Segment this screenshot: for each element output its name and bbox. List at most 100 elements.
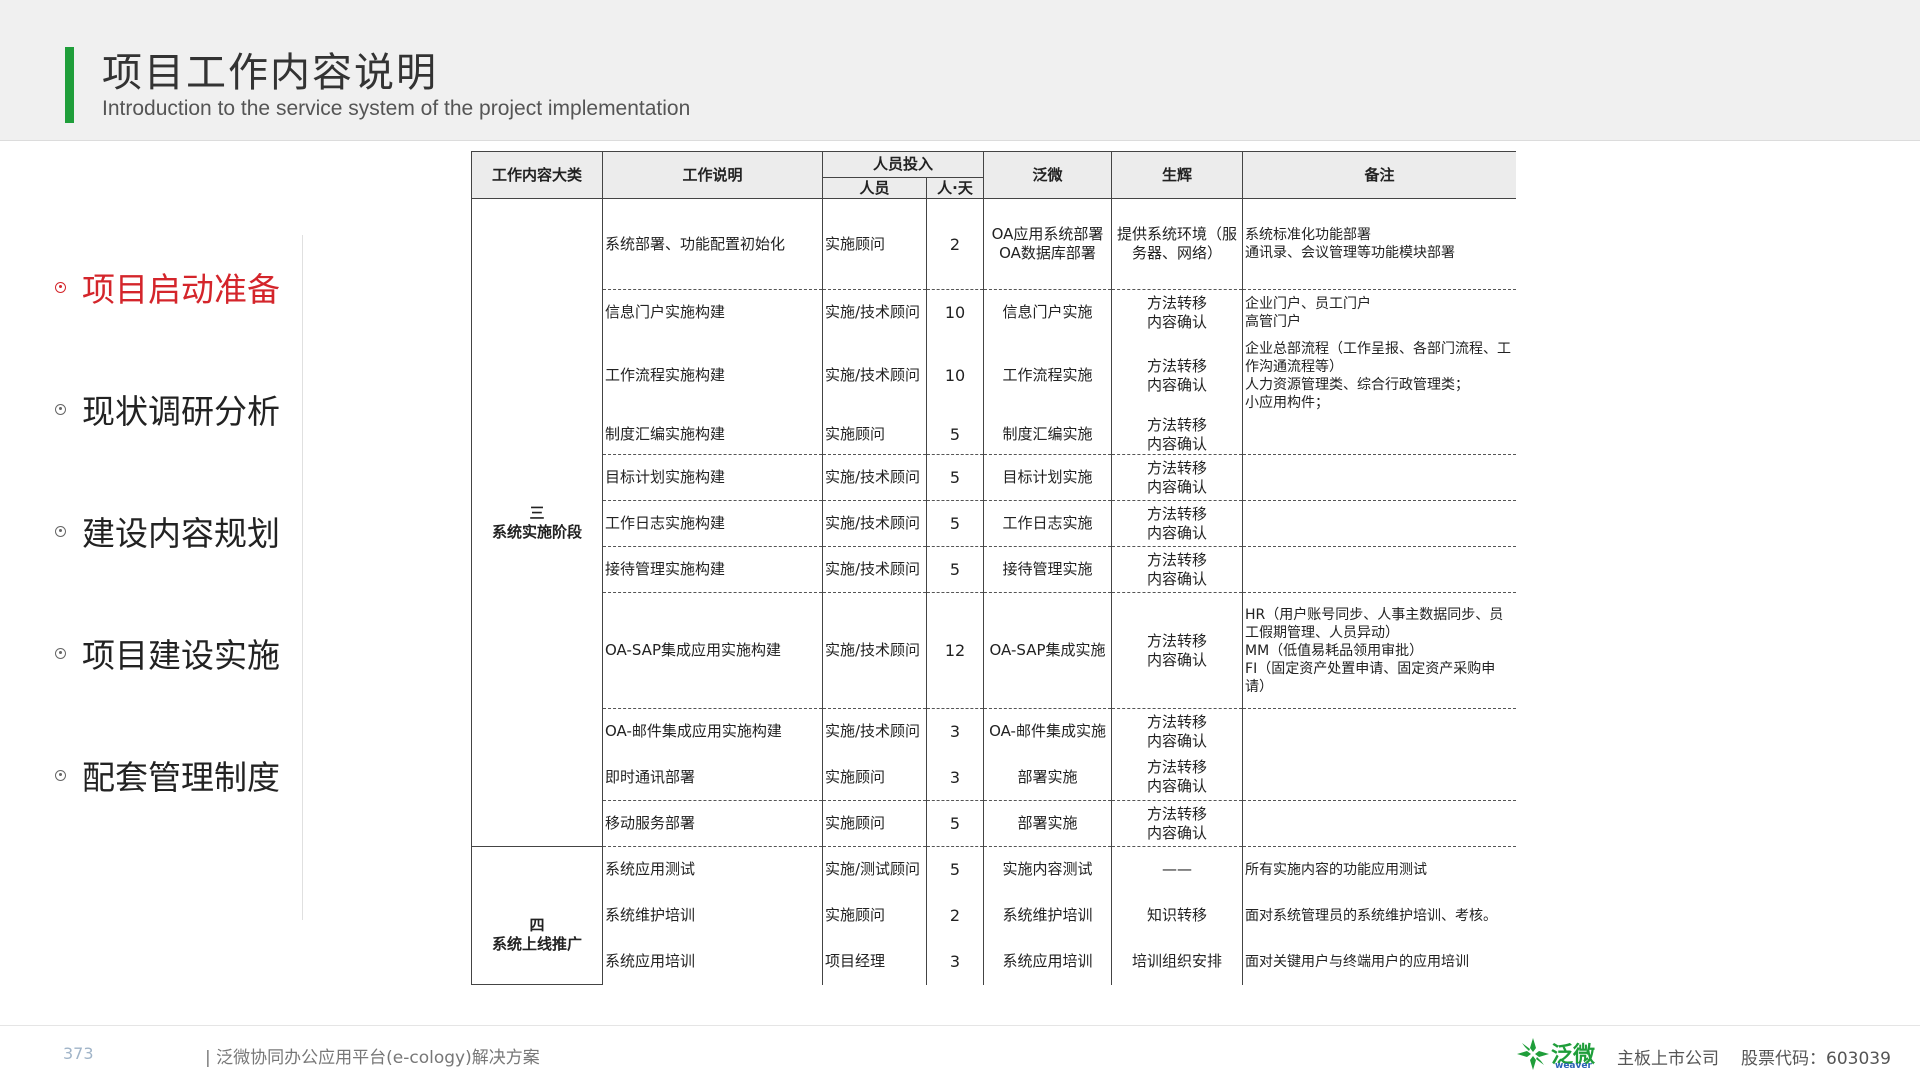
work-description-cell: 系统应用测试 bbox=[602, 846, 823, 893]
bullet-icon bbox=[55, 525, 66, 537]
remark-cell: 面对关键用户与终端用户的应用培训 bbox=[1242, 938, 1516, 985]
weaver-task-cell: 制度汇编实施 bbox=[983, 415, 1113, 455]
personnel-cell: 实施顾问 bbox=[822, 892, 927, 939]
category-cell-stage4: 四 系统上线推广 bbox=[471, 846, 603, 985]
personnel-cell: 实施顾问 bbox=[822, 415, 927, 455]
personnel-cell: 实施顾问 bbox=[822, 754, 927, 801]
personnel-cell: 实施/技术顾问 bbox=[822, 546, 927, 593]
person-days-cell: 5 bbox=[925, 546, 985, 593]
nav-item-project-startup[interactable]: 项目启动准备 bbox=[55, 262, 280, 312]
table-row: 系统维护培训 实施顾问 2 系统维护培训 知识转移 面对系统管理员的系统维护培训、考核。 bbox=[472, 892, 1516, 939]
shenghui-task-cell: 方法转移 内容确认 bbox=[1111, 454, 1244, 501]
brand-english: weaver bbox=[1555, 1061, 1592, 1071]
work-description-cell: OA-SAP集成应用实施构建 bbox=[602, 592, 823, 709]
shenghui-task-cell: 方法转移 内容确认 bbox=[1111, 289, 1244, 336]
work-description-cell: 即时通讯部署 bbox=[602, 754, 823, 801]
remark-cell bbox=[1242, 754, 1516, 801]
category-cell-stage3: 三 系统实施阶段 bbox=[471, 198, 603, 847]
remark-cell bbox=[1242, 546, 1516, 593]
person-days-cell: 3 bbox=[925, 708, 985, 755]
work-description-cell: 信息门户实施构建 bbox=[602, 289, 823, 336]
stock-code: 股票代码：603039 bbox=[1741, 1049, 1891, 1069]
person-days-cell: 2 bbox=[925, 198, 985, 290]
person-days-cell: 3 bbox=[925, 938, 985, 985]
page-title: 项目工作内容说明 bbox=[102, 50, 438, 96]
personnel-cell: 实施/技术顾问 bbox=[822, 454, 927, 501]
person-days-cell: 5 bbox=[925, 800, 985, 847]
work-description-cell: 工作日志实施构建 bbox=[602, 500, 823, 547]
work-description-cell: 制度汇编实施构建 bbox=[602, 415, 823, 455]
personnel-cell: 项目经理 bbox=[822, 938, 927, 985]
weaver-logo-icon bbox=[1517, 1038, 1549, 1070]
person-days-cell: 5 bbox=[925, 846, 985, 893]
work-content-table-wrap: 工作内容大类 工作说明 人员投入 泛微 生辉 备注 人员 人·天 三 系统实施阶… bbox=[471, 151, 1516, 1025]
table-row: 即时通讯部署 实施顾问 3 部署实施 方法转移 内容确认 bbox=[472, 754, 1516, 801]
personnel-cell: 实施/技术顾问 bbox=[822, 708, 927, 755]
person-days-cell: 5 bbox=[925, 500, 985, 547]
weaver-task-cell: 目标计划实施 bbox=[983, 454, 1113, 501]
page-number: 373 bbox=[63, 1044, 94, 1063]
remark-cell bbox=[1242, 708, 1516, 755]
bullet-icon bbox=[55, 647, 66, 659]
nav-item-label: 建设内容规划 bbox=[82, 514, 280, 553]
remark-cell: 所有实施内容的功能应用测试 bbox=[1242, 846, 1516, 893]
shenghui-task-cell: 方法转移 内容确认 bbox=[1111, 800, 1244, 847]
nav-item-label: 配套管理制度 bbox=[82, 758, 280, 797]
remark-cell bbox=[1242, 800, 1516, 847]
remark-cell bbox=[1242, 415, 1516, 455]
person-days-cell: 2 bbox=[925, 892, 985, 939]
header-weaver: 泛微 bbox=[983, 151, 1113, 199]
remark-cell: 企业门户、员工门户 高管门户 bbox=[1242, 289, 1516, 336]
remark-cell: 企业总部流程（工作呈报、各部门流程、工作沟通流程等） 人力资源管理类、综合行政管… bbox=[1242, 335, 1516, 416]
shenghui-task-cell: —— bbox=[1111, 846, 1244, 893]
work-description-cell: 系统应用培训 bbox=[602, 938, 823, 985]
personnel-cell: 实施/技术顾问 bbox=[822, 592, 927, 709]
section-nav: 项目启动准备 现状调研分析 建设内容规划 项目建设实施 配套管理制度 bbox=[0, 235, 300, 920]
bullet-icon bbox=[55, 769, 66, 781]
shenghui-task-cell: 方法转移 内容确认 bbox=[1111, 335, 1244, 416]
work-content-table: 工作内容大类 工作说明 人员投入 泛微 生辉 备注 人员 人·天 三 系统实施阶… bbox=[471, 151, 1516, 985]
nav-divider bbox=[302, 235, 303, 920]
table-row: 四 系统上线推广 系统应用测试 实施/测试顾问 5 实施内容测试 —— 所有实施内容的功能应… bbox=[471, 846, 1516, 985]
table-row: OA-SAP集成应用实施构建 实施/技术顾问 12 OA-SAP集成实施 方法转移 内容… bbox=[472, 592, 1516, 709]
nav-item-label: 现状调研分析 bbox=[82, 392, 280, 431]
person-days-cell: 10 bbox=[925, 335, 985, 416]
shenghui-task-cell: 方法转移 内容确认 bbox=[1111, 546, 1244, 593]
person-days-cell: 12 bbox=[925, 592, 985, 709]
shenghui-task-cell: 方法转移 内容确认 bbox=[1111, 500, 1244, 547]
work-description-cell: 目标计划实施构建 bbox=[602, 454, 823, 501]
table-row: 移动服务部署 实施顾问 5 部署实施 方法转移 内容确认 bbox=[472, 800, 1516, 847]
table-row: 工作日志实施构建 实施/技术顾问 5 工作日志实施 方法转移 内容确认 bbox=[472, 500, 1516, 547]
weaver-task-cell: 实施内容测试 bbox=[983, 846, 1113, 893]
nav-item-management-system[interactable]: 配套管理制度 bbox=[55, 750, 280, 800]
page-footer: 373 | 泛微协同办公应用平台(e-cology)解决方案 泛微 weaver… bbox=[0, 1025, 1920, 1081]
work-description-cell: 接待管理实施构建 bbox=[602, 546, 823, 593]
weaver-task-cell: 部署实施 bbox=[983, 754, 1113, 801]
page-header: 项目工作内容说明 Introduction to the service sys… bbox=[0, 0, 1920, 141]
header-personnel: 人员 bbox=[822, 177, 927, 199]
bullet-icon bbox=[55, 403, 66, 415]
remark-cell: 面对系统管理员的系统维护培训、考核。 bbox=[1242, 892, 1516, 939]
work-description-cell: OA-邮件集成应用实施构建 bbox=[602, 708, 823, 755]
header-remarks: 备注 bbox=[1242, 151, 1516, 199]
personnel-cell: 实施顾问 bbox=[822, 800, 927, 847]
header-staffing: 人员投入 bbox=[821, 151, 985, 178]
person-days-cell: 10 bbox=[925, 289, 985, 336]
person-days-cell: 5 bbox=[925, 415, 985, 455]
table-row: 目标计划实施构建 实施/技术顾问 5 目标计划实施 方法转移 内容确认 bbox=[472, 454, 1516, 501]
title-accent-bar bbox=[65, 47, 74, 123]
table-row: 接待管理实施构建 实施/技术顾问 5 接待管理实施 方法转移 内容确认 bbox=[472, 546, 1516, 593]
nav-item-status-research[interactable]: 现状调研分析 bbox=[55, 384, 280, 434]
nav-item-content-planning[interactable]: 建设内容规划 bbox=[55, 506, 280, 556]
table-row: 三 系统实施阶段 系统部署、功能配置初始化 实施顾问 2 OA应用系统部署 OA数据库部… bbox=[471, 198, 1516, 847]
work-description-cell: 系统部署、功能配置初始化 bbox=[602, 198, 823, 290]
remark-cell: HR（用户账号同步、人事主数据同步、员工假期管理、人员异动） MM（低值易耗品领… bbox=[1242, 592, 1516, 709]
remark-cell: 系统标准化功能部署 通讯录、会议管理等功能模块部署 bbox=[1242, 198, 1516, 290]
personnel-cell: 实施顾问 bbox=[822, 198, 927, 290]
table-row: 工作流程实施构建 实施/技术顾问 10 工作流程实施 方法转移 内容确认 企业总部流程（工… bbox=[472, 335, 1516, 416]
market-label: 主板上市公司 bbox=[1617, 1049, 1719, 1069]
weaver-task-cell: 信息门户实施 bbox=[983, 289, 1113, 336]
weaver-task-cell: 工作日志实施 bbox=[983, 500, 1113, 547]
shenghui-task-cell: 培训组织安排 bbox=[1111, 938, 1244, 985]
nav-item-implementation[interactable]: 项目建设实施 bbox=[55, 628, 280, 678]
